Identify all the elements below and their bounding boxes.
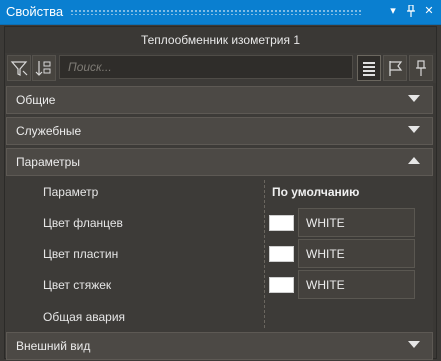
list-view-icon: [363, 62, 375, 76]
column-header-default: По умолчанию: [272, 185, 360, 199]
section-service[interactable]: Служебные: [6, 117, 433, 145]
close-icon[interactable]: ✕: [421, 3, 437, 20]
dropdown-icon[interactable]: ▾: [385, 3, 401, 20]
panel-titlebar[interactable]: Свойства ▾ ✕: [0, 0, 441, 25]
section-label: Внешний вид: [16, 339, 91, 353]
chevron-up-icon: [408, 157, 420, 164]
column-divider[interactable]: [264, 180, 265, 328]
column-header-name: Параметр: [43, 185, 99, 199]
flag-button[interactable]: [383, 55, 407, 81]
param-name: Цвет стяжек: [43, 278, 112, 292]
chevron-down-icon: [408, 126, 420, 133]
search-input[interactable]: Поиск...: [59, 55, 353, 79]
object-title: Теплообменник изометрия 1: [5, 27, 436, 53]
color-swatch[interactable]: [269, 277, 294, 293]
titlebar-grip: [70, 9, 361, 15]
color-value-field[interactable]: WHITE: [298, 208, 415, 237]
color-swatch[interactable]: [269, 246, 294, 262]
sort-icon: [35, 61, 51, 76]
flag-icon: [389, 61, 403, 76]
filter-button[interactable]: [7, 55, 31, 81]
pin-button[interactable]: [409, 55, 433, 81]
color-value-field[interactable]: WHITE: [298, 270, 415, 299]
param-name: Общая авария: [43, 310, 126, 324]
properties-panel: Теплообменник изометрия 1 Поиск... Общие…: [4, 26, 437, 360]
section-appearance[interactable]: Внешний вид: [6, 332, 433, 360]
color-value-field[interactable]: WHITE: [298, 239, 415, 268]
properties-toolbar: Поиск...: [5, 53, 436, 83]
pin-icon[interactable]: [403, 3, 419, 20]
color-swatch[interactable]: [269, 215, 294, 231]
param-value: WHITE: [306, 216, 345, 230]
chevron-down-icon: [408, 341, 420, 348]
pin-icon: [416, 60, 426, 76]
chevron-down-icon: [408, 95, 420, 102]
param-name: Цвет пластин: [43, 247, 119, 261]
section-label: Общие: [16, 93, 56, 107]
filter-icon: [10, 61, 28, 76]
list-view-button[interactable]: [357, 55, 381, 81]
panel-title: Свойства: [6, 4, 64, 19]
scrollbar[interactable]: [433, 83, 436, 358]
section-general[interactable]: Общие: [6, 86, 433, 114]
section-parameters[interactable]: Параметры: [6, 148, 433, 176]
param-value: WHITE: [306, 247, 345, 261]
param-value: WHITE: [306, 278, 345, 292]
section-label: Параметры: [16, 155, 80, 169]
sort-button[interactable]: [32, 55, 56, 81]
section-label: Служебные: [16, 124, 82, 138]
param-name: Цвет фланцев: [43, 216, 123, 230]
